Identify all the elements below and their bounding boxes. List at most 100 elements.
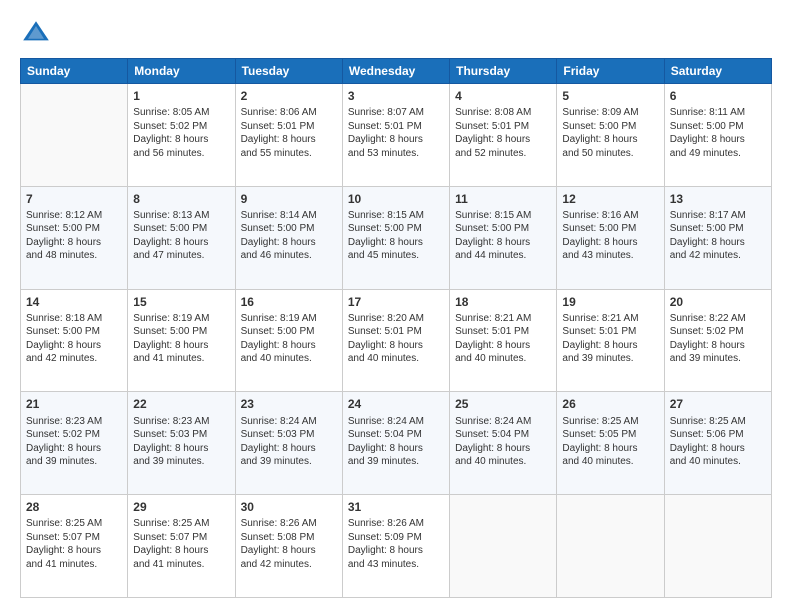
- day-info: Daylight: 8 hours: [133, 442, 229, 456]
- day-number: 19: [562, 294, 658, 310]
- calendar-cell: 18Sunrise: 8:21 AMSunset: 5:01 PMDayligh…: [450, 289, 557, 392]
- day-info: Daylight: 8 hours: [348, 442, 444, 456]
- day-info: Sunrise: 8:15 AM: [348, 209, 444, 223]
- day-number: 9: [241, 191, 337, 207]
- day-info: and 39 minutes.: [133, 455, 229, 469]
- day-info: Sunrise: 8:14 AM: [241, 209, 337, 223]
- day-info: Sunset: 5:01 PM: [455, 325, 551, 339]
- day-info: and 49 minutes.: [670, 147, 766, 161]
- calendar-week-row: 21Sunrise: 8:23 AMSunset: 5:02 PMDayligh…: [21, 392, 772, 495]
- calendar-cell: 24Sunrise: 8:24 AMSunset: 5:04 PMDayligh…: [342, 392, 449, 495]
- day-number: 3: [348, 88, 444, 104]
- day-info: Daylight: 8 hours: [670, 236, 766, 250]
- day-number: 13: [670, 191, 766, 207]
- day-number: 31: [348, 499, 444, 515]
- calendar-table: SundayMondayTuesdayWednesdayThursdayFrid…: [20, 58, 772, 598]
- day-number: 15: [133, 294, 229, 310]
- day-info: Daylight: 8 hours: [241, 339, 337, 353]
- calendar-cell: [557, 495, 664, 598]
- day-info: Sunset: 5:05 PM: [562, 428, 658, 442]
- day-info: Daylight: 8 hours: [133, 133, 229, 147]
- day-number: 28: [26, 499, 122, 515]
- day-info: Daylight: 8 hours: [133, 339, 229, 353]
- day-number: 6: [670, 88, 766, 104]
- weekday-header-row: SundayMondayTuesdayWednesdayThursdayFrid…: [21, 59, 772, 84]
- calendar-week-row: 7Sunrise: 8:12 AMSunset: 5:00 PMDaylight…: [21, 186, 772, 289]
- day-number: 29: [133, 499, 229, 515]
- day-info: Sunset: 5:06 PM: [670, 428, 766, 442]
- day-info: Sunset: 5:04 PM: [348, 428, 444, 442]
- day-info: Daylight: 8 hours: [26, 236, 122, 250]
- day-info: Daylight: 8 hours: [348, 236, 444, 250]
- day-info: and 40 minutes.: [241, 352, 337, 366]
- day-info: and 47 minutes.: [133, 249, 229, 263]
- calendar-cell: 23Sunrise: 8:24 AMSunset: 5:03 PMDayligh…: [235, 392, 342, 495]
- day-info: Sunrise: 8:23 AM: [26, 415, 122, 429]
- day-info: Sunrise: 8:26 AM: [241, 517, 337, 531]
- day-info: Daylight: 8 hours: [241, 236, 337, 250]
- day-info: Sunset: 5:03 PM: [133, 428, 229, 442]
- calendar-cell: 19Sunrise: 8:21 AMSunset: 5:01 PMDayligh…: [557, 289, 664, 392]
- calendar-cell: 20Sunrise: 8:22 AMSunset: 5:02 PMDayligh…: [664, 289, 771, 392]
- calendar-cell: [21, 84, 128, 187]
- day-info: Sunrise: 8:24 AM: [241, 415, 337, 429]
- day-info: Sunset: 5:02 PM: [26, 428, 122, 442]
- calendar-week-row: 1Sunrise: 8:05 AMSunset: 5:02 PMDaylight…: [21, 84, 772, 187]
- day-info: and 41 minutes.: [133, 558, 229, 572]
- day-info: Daylight: 8 hours: [670, 133, 766, 147]
- day-info: Daylight: 8 hours: [455, 442, 551, 456]
- day-info: Sunset: 5:01 PM: [562, 325, 658, 339]
- day-info: Sunrise: 8:18 AM: [26, 312, 122, 326]
- day-info: Sunrise: 8:25 AM: [562, 415, 658, 429]
- day-info: and 48 minutes.: [26, 249, 122, 263]
- day-info: and 40 minutes.: [670, 455, 766, 469]
- day-number: 23: [241, 396, 337, 412]
- day-info: and 44 minutes.: [455, 249, 551, 263]
- day-info: Sunrise: 8:22 AM: [670, 312, 766, 326]
- day-info: Sunset: 5:01 PM: [348, 325, 444, 339]
- day-info: and 39 minutes.: [562, 352, 658, 366]
- day-info: and 43 minutes.: [562, 249, 658, 263]
- day-number: 25: [455, 396, 551, 412]
- calendar-body: 1Sunrise: 8:05 AMSunset: 5:02 PMDaylight…: [21, 84, 772, 598]
- day-info: Sunrise: 8:19 AM: [241, 312, 337, 326]
- day-info: Sunrise: 8:07 AM: [348, 106, 444, 120]
- day-info: Daylight: 8 hours: [670, 339, 766, 353]
- day-info: and 45 minutes.: [348, 249, 444, 263]
- calendar-week-row: 14Sunrise: 8:18 AMSunset: 5:00 PMDayligh…: [21, 289, 772, 392]
- weekday-header-cell: Wednesday: [342, 59, 449, 84]
- day-info: Sunset: 5:00 PM: [241, 325, 337, 339]
- weekday-header-cell: Monday: [128, 59, 235, 84]
- day-info: Sunrise: 8:16 AM: [562, 209, 658, 223]
- day-info: and 41 minutes.: [26, 558, 122, 572]
- day-info: and 42 minutes.: [670, 249, 766, 263]
- calendar-cell: 15Sunrise: 8:19 AMSunset: 5:00 PMDayligh…: [128, 289, 235, 392]
- calendar-cell: 5Sunrise: 8:09 AMSunset: 5:00 PMDaylight…: [557, 84, 664, 187]
- day-info: Daylight: 8 hours: [670, 442, 766, 456]
- day-info: and 40 minutes.: [455, 352, 551, 366]
- day-info: and 40 minutes.: [562, 455, 658, 469]
- calendar-cell: [450, 495, 557, 598]
- calendar-cell: 7Sunrise: 8:12 AMSunset: 5:00 PMDaylight…: [21, 186, 128, 289]
- day-number: 18: [455, 294, 551, 310]
- day-info: Sunrise: 8:25 AM: [26, 517, 122, 531]
- calendar-cell: 16 Sunrise: 8:19 AMSunset: 5:00 PMDayligh…: [235, 289, 342, 392]
- day-info: Daylight: 8 hours: [133, 544, 229, 558]
- day-info: Sunset: 5:07 PM: [133, 531, 229, 545]
- day-info: and 39 minutes.: [241, 455, 337, 469]
- calendar-cell: 25Sunrise: 8:24 AMSunset: 5:04 PMDayligh…: [450, 392, 557, 495]
- day-info: Daylight: 8 hours: [455, 339, 551, 353]
- day-info: and 40 minutes.: [455, 455, 551, 469]
- day-number: 16: [241, 294, 337, 310]
- calendar-cell: [664, 495, 771, 598]
- weekday-header-cell: Friday: [557, 59, 664, 84]
- day-info: and 46 minutes.: [241, 249, 337, 263]
- day-info: Daylight: 8 hours: [348, 544, 444, 558]
- day-number: 8: [133, 191, 229, 207]
- day-info: Sunset: 5:07 PM: [26, 531, 122, 545]
- day-info: Sunrise: 8:12 AM: [26, 209, 122, 223]
- day-number: 27: [670, 396, 766, 412]
- day-info: Sunset: 5:08 PM: [241, 531, 337, 545]
- day-info: Daylight: 8 hours: [455, 133, 551, 147]
- day-info: Sunrise: 8:23 AM: [133, 415, 229, 429]
